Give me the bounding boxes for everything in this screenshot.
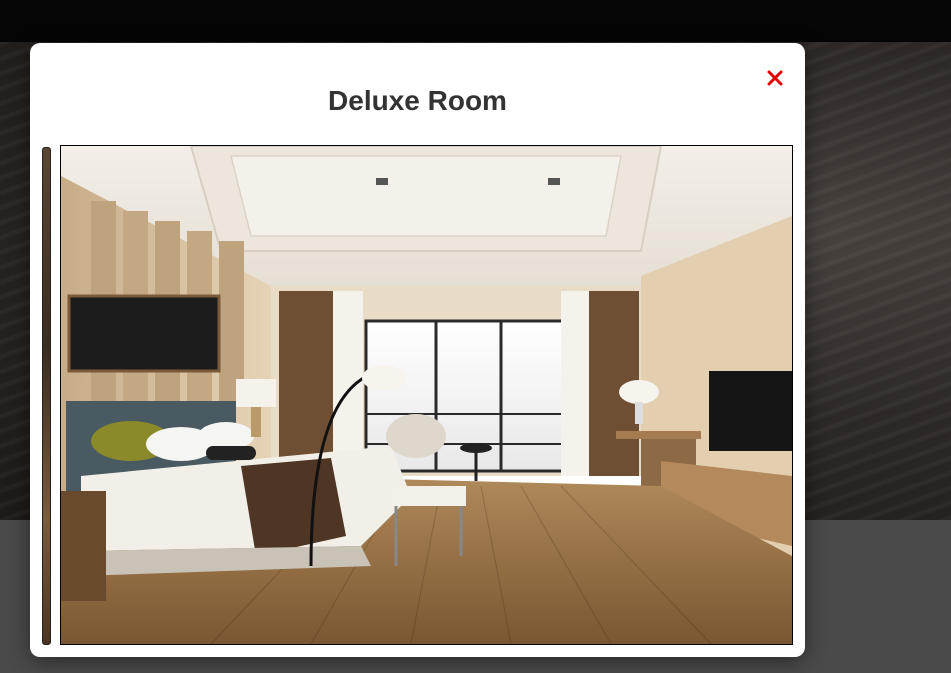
modal-title: Deluxe Room xyxy=(328,85,507,116)
room-gallery-modal: Deluxe Room xyxy=(30,43,805,657)
close-x-icon xyxy=(767,70,783,86)
top-header-bar xyxy=(0,0,951,42)
close-button[interactable] xyxy=(762,65,788,91)
current-slide-image[interactable] xyxy=(60,145,793,645)
previous-slide-image[interactable] xyxy=(42,147,51,645)
bedroom-photo xyxy=(61,146,792,644)
image-carousel[interactable] xyxy=(42,145,794,645)
